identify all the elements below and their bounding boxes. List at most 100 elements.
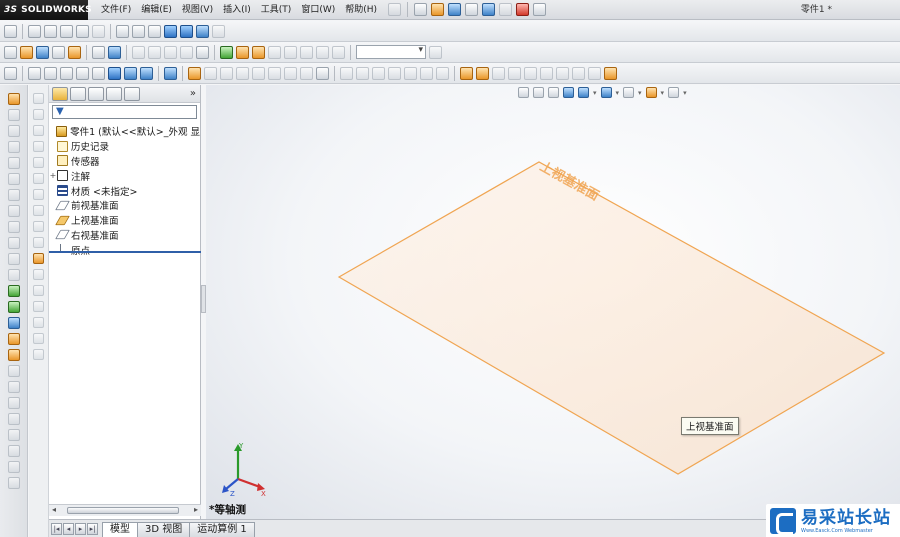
curves-icon[interactable] (476, 66, 489, 80)
fillet-icon[interactable] (268, 66, 281, 80)
pan-icon[interactable] (92, 24, 105, 38)
cmd-13-icon[interactable] (7, 285, 20, 297)
top-view-icon[interactable] (92, 66, 105, 80)
last-tab-icon[interactable]: ▸| (87, 523, 98, 535)
cmd-4-icon[interactable] (7, 141, 20, 153)
cmd-11-icon[interactable] (7, 253, 20, 265)
options-icon[interactable] (533, 3, 547, 16)
hidden-lines-removed-icon[interactable] (148, 24, 161, 38)
reference-geometry-icon[interactable] (460, 66, 473, 80)
tree-item-right-plane[interactable]: 右视基准面 (49, 228, 200, 243)
back-view-icon[interactable] (44, 66, 57, 80)
scroll-right-icon[interactable]: ▸ (194, 505, 198, 514)
zoom-fit-icon[interactable] (28, 24, 41, 38)
scroll-thumb[interactable] (67, 507, 179, 514)
dimetric-view-icon[interactable] (140, 66, 153, 80)
sketch-tab-icon[interactable] (7, 93, 20, 105)
dome-icon[interactable] (420, 66, 433, 80)
front-view-icon[interactable] (28, 66, 41, 80)
redo-icon[interactable] (499, 3, 513, 16)
reference-triad[interactable]: Y X Z (222, 441, 268, 497)
cmd-16-icon[interactable] (7, 333, 20, 345)
featuremanager-tab-icon[interactable] (52, 86, 68, 101)
extrude-icon[interactable] (188, 66, 201, 80)
tool-h-icon[interactable] (300, 45, 313, 59)
tool-g-icon[interactable] (284, 45, 297, 59)
sub-16-icon[interactable] (33, 333, 44, 344)
edit-appearance-icon[interactable] (108, 45, 121, 59)
tool-i-icon[interactable] (316, 45, 329, 59)
cmd-10-icon[interactable] (7, 237, 20, 249)
loft-icon[interactable] (236, 66, 249, 80)
tree-item-sensors[interactable]: 传感器 (49, 154, 200, 169)
tool-n-icon[interactable] (540, 66, 553, 80)
scene-icon[interactable] (236, 45, 249, 59)
cmd-12-icon[interactable] (7, 269, 20, 281)
tab-motion-study[interactable]: 运动算例 1 (189, 522, 255, 537)
cmd-17-icon[interactable] (7, 349, 20, 361)
cmd-22-icon[interactable] (7, 429, 20, 441)
tab-3d-view[interactable]: 3D 视图 (137, 522, 191, 537)
sub-11-icon[interactable] (33, 253, 44, 264)
chamfer-icon[interactable] (284, 66, 297, 80)
tree-filter-input[interactable]: ▼ (52, 105, 197, 119)
next-tab-icon[interactable]: ▸ (75, 523, 86, 535)
open-icon[interactable] (431, 3, 445, 16)
open-file-icon[interactable] (20, 45, 33, 59)
sub-5-icon[interactable] (33, 157, 44, 168)
sub-3-icon[interactable] (33, 125, 44, 136)
configuration-tab-icon[interactable] (88, 86, 104, 101)
print-file-icon[interactable] (52, 45, 65, 59)
customize-icon[interactable] (4, 24, 17, 38)
new-document-icon[interactable] (414, 3, 428, 16)
cmd-25-icon[interactable] (7, 477, 20, 489)
sketch-icon[interactable] (164, 66, 177, 80)
cmd-8-icon[interactable] (7, 205, 20, 217)
sub-14-icon[interactable] (33, 301, 44, 312)
sub-9-icon[interactable] (33, 221, 44, 232)
shaded-with-edges-icon[interactable] (164, 24, 177, 38)
cmd-2-icon[interactable] (7, 109, 20, 121)
isometric-view-icon[interactable] (108, 66, 121, 80)
tool-d-icon[interactable] (180, 45, 193, 59)
cmd-15-icon[interactable] (7, 317, 20, 329)
print-icon[interactable] (465, 3, 479, 16)
normal-to-icon[interactable] (4, 66, 17, 80)
tool-q-icon[interactable] (588, 66, 601, 80)
tool-l-icon[interactable] (508, 66, 521, 80)
tree-item-top-plane[interactable]: 上视基准面 (49, 213, 200, 228)
display-manager-tab-icon[interactable] (124, 86, 140, 101)
color-icon[interactable] (220, 45, 233, 59)
sub-1-icon[interactable] (33, 93, 44, 104)
cmd-23-icon[interactable] (7, 445, 20, 457)
cmd-24-icon[interactable] (7, 461, 20, 473)
sub-13-icon[interactable] (33, 285, 44, 296)
tool-f-icon[interactable] (268, 45, 281, 59)
top-plane-preview[interactable]: 上视基准面 (206, 85, 900, 519)
mirror-icon[interactable] (372, 66, 385, 80)
cmd-14-icon[interactable] (7, 301, 20, 313)
pattern-icon[interactable] (388, 66, 401, 80)
scroll-left-icon[interactable]: ◂ (52, 505, 56, 514)
cmd-3-icon[interactable] (7, 125, 20, 137)
solidworks-logo[interactable]: 3S SOLIDWORKS (0, 0, 92, 20)
sub-17-icon[interactable] (33, 349, 44, 360)
sub-2-icon[interactable] (33, 109, 44, 120)
zoom-area-icon[interactable] (44, 24, 57, 38)
tool-b-icon[interactable] (148, 45, 161, 59)
tool-a-icon[interactable] (132, 45, 145, 59)
rib-icon[interactable] (300, 66, 313, 80)
configuration-dropdown[interactable] (356, 45, 426, 59)
sub-15-icon[interactable] (33, 317, 44, 328)
left-view-icon[interactable] (60, 66, 73, 80)
menu-window[interactable]: 窗口(W) (296, 0, 340, 20)
tree-item-front-plane[interactable]: 前视基准面 (49, 198, 200, 213)
shaded-icon[interactable] (180, 24, 193, 38)
hat-icon[interactable] (316, 66, 329, 80)
instant3d-icon[interactable] (492, 66, 505, 80)
tree-item-annotations[interactable]: + 注解 (49, 168, 200, 183)
top-plane-surface[interactable] (337, 161, 886, 475)
appearance-icon[interactable] (212, 24, 225, 38)
tree-item-history[interactable]: 历史记录 (49, 139, 200, 154)
sub-7-icon[interactable] (33, 189, 44, 200)
